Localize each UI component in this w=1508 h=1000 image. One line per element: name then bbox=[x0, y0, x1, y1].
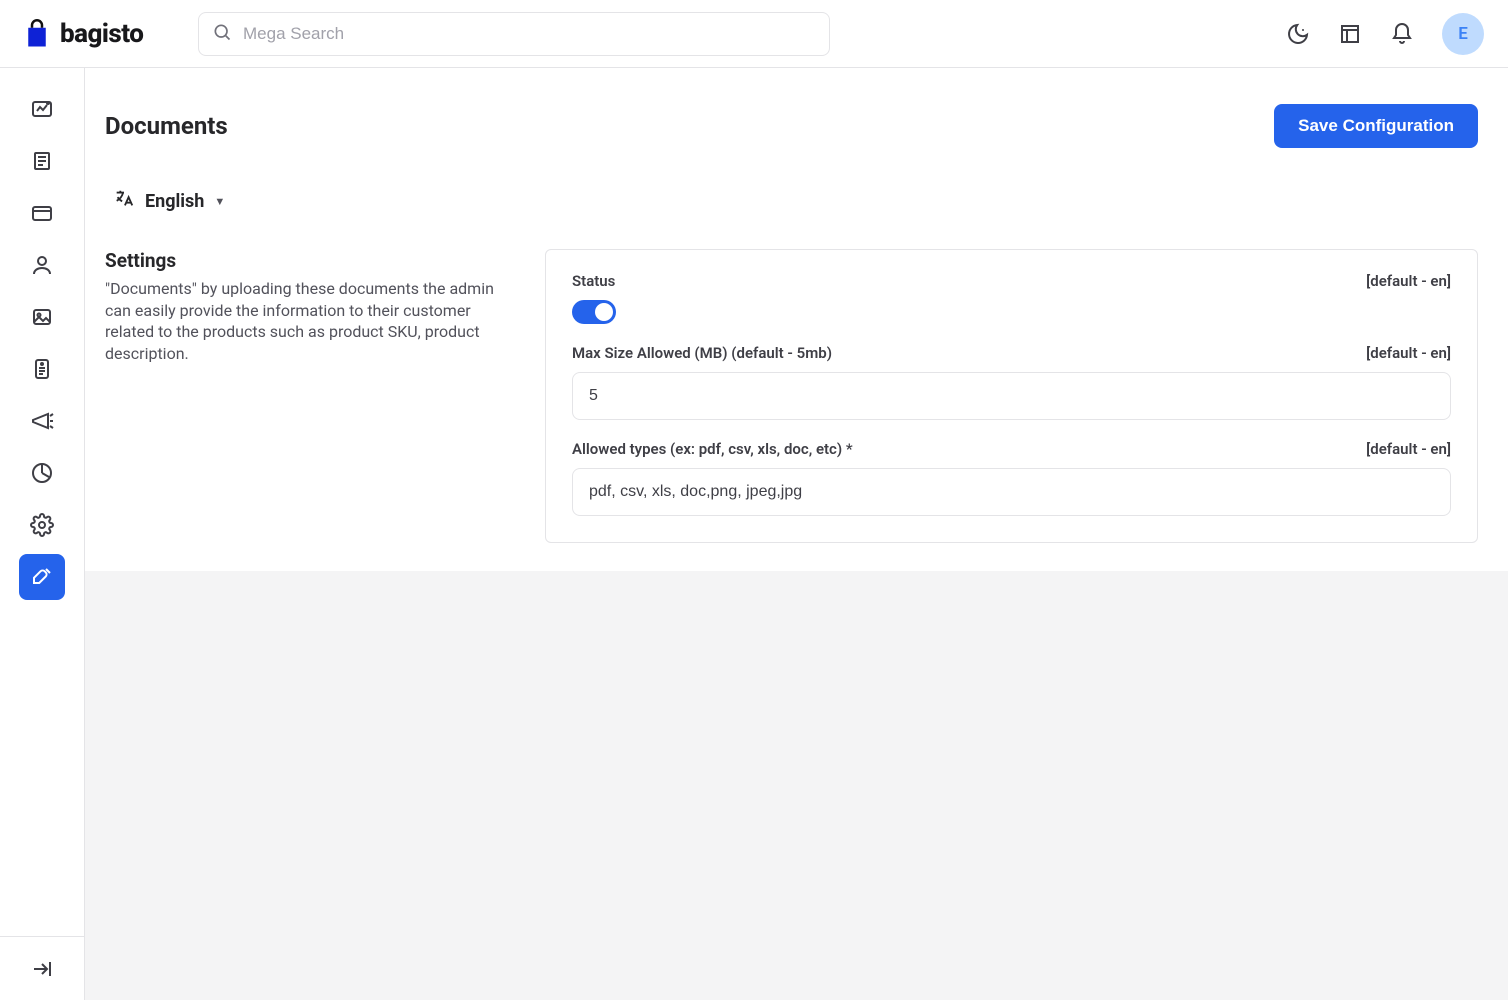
sidebar-item-marketing[interactable] bbox=[19, 398, 65, 444]
brand-text: bagisto bbox=[60, 19, 143, 49]
topbar-actions: E bbox=[1286, 13, 1484, 55]
content: Documents Save Configuration English ▼ S… bbox=[85, 68, 1508, 1000]
field-status: Status [default - en] bbox=[572, 272, 1451, 324]
max-size-label: Max Size Allowed (MB) (default - 5mb) bbox=[572, 344, 832, 362]
sidebar-collapse[interactable] bbox=[0, 936, 84, 1000]
status-scope: [default - en] bbox=[1366, 272, 1451, 290]
bell-icon[interactable] bbox=[1390, 22, 1414, 46]
locale-switcher[interactable]: English ▼ bbox=[85, 148, 1508, 215]
section-description: "Documents" by uploading these documents… bbox=[105, 278, 505, 364]
avatar-initial: E bbox=[1458, 24, 1468, 44]
sidebar-item-reports[interactable] bbox=[19, 450, 65, 496]
store-icon[interactable] bbox=[1338, 22, 1362, 46]
section-intro: Settings "Documents" by uploading these … bbox=[105, 249, 505, 543]
save-button[interactable]: Save Configuration bbox=[1274, 104, 1478, 148]
search-input[interactable] bbox=[198, 12, 830, 56]
status-label: Status bbox=[572, 272, 615, 290]
locale-language: English bbox=[145, 191, 204, 212]
content-header: Documents Save Configuration bbox=[85, 68, 1508, 148]
max-size-input[interactable] bbox=[572, 372, 1451, 420]
allowed-types-scope: [default - en] bbox=[1366, 440, 1451, 458]
sidebar-item-cms[interactable] bbox=[19, 294, 65, 340]
status-toggle[interactable] bbox=[572, 300, 616, 324]
allowed-types-label: Allowed types (ex: pdf, csv, xls, doc, e… bbox=[572, 440, 853, 458]
sidebar-item-velocity[interactable] bbox=[19, 346, 65, 392]
field-allowed-types: Allowed types (ex: pdf, csv, xls, doc, e… bbox=[572, 440, 1451, 516]
sidebar-item-settings[interactable] bbox=[19, 502, 65, 548]
avatar[interactable]: E bbox=[1442, 13, 1484, 55]
sidebar-item-configure[interactable] bbox=[19, 554, 65, 600]
bag-icon bbox=[22, 19, 52, 49]
content-tail bbox=[85, 571, 1508, 1000]
settings-card: Status [default - en] Max Size Allowed (… bbox=[545, 249, 1478, 543]
sidebar-item-catalog[interactable] bbox=[19, 138, 65, 184]
field-max-size: Max Size Allowed (MB) (default - 5mb) [d… bbox=[572, 344, 1451, 420]
brand-logo[interactable]: bagisto bbox=[22, 19, 182, 49]
toggle-knob bbox=[595, 303, 613, 321]
dark-mode-icon[interactable] bbox=[1286, 22, 1310, 46]
sidebar-item-sales[interactable] bbox=[19, 190, 65, 236]
allowed-types-input[interactable] bbox=[572, 468, 1451, 516]
mega-search bbox=[198, 12, 830, 56]
sidebar-item-dashboard[interactable] bbox=[19, 86, 65, 132]
chevron-down-icon: ▼ bbox=[214, 195, 225, 208]
topbar: bagisto E bbox=[0, 0, 1508, 68]
page-title: Documents bbox=[105, 112, 228, 140]
sidebar bbox=[0, 68, 85, 1000]
section-heading: Settings bbox=[105, 249, 505, 272]
translate-icon bbox=[113, 188, 135, 215]
max-size-scope: [default - en] bbox=[1366, 344, 1451, 362]
search-icon bbox=[212, 22, 232, 46]
sidebar-item-customers[interactable] bbox=[19, 242, 65, 288]
